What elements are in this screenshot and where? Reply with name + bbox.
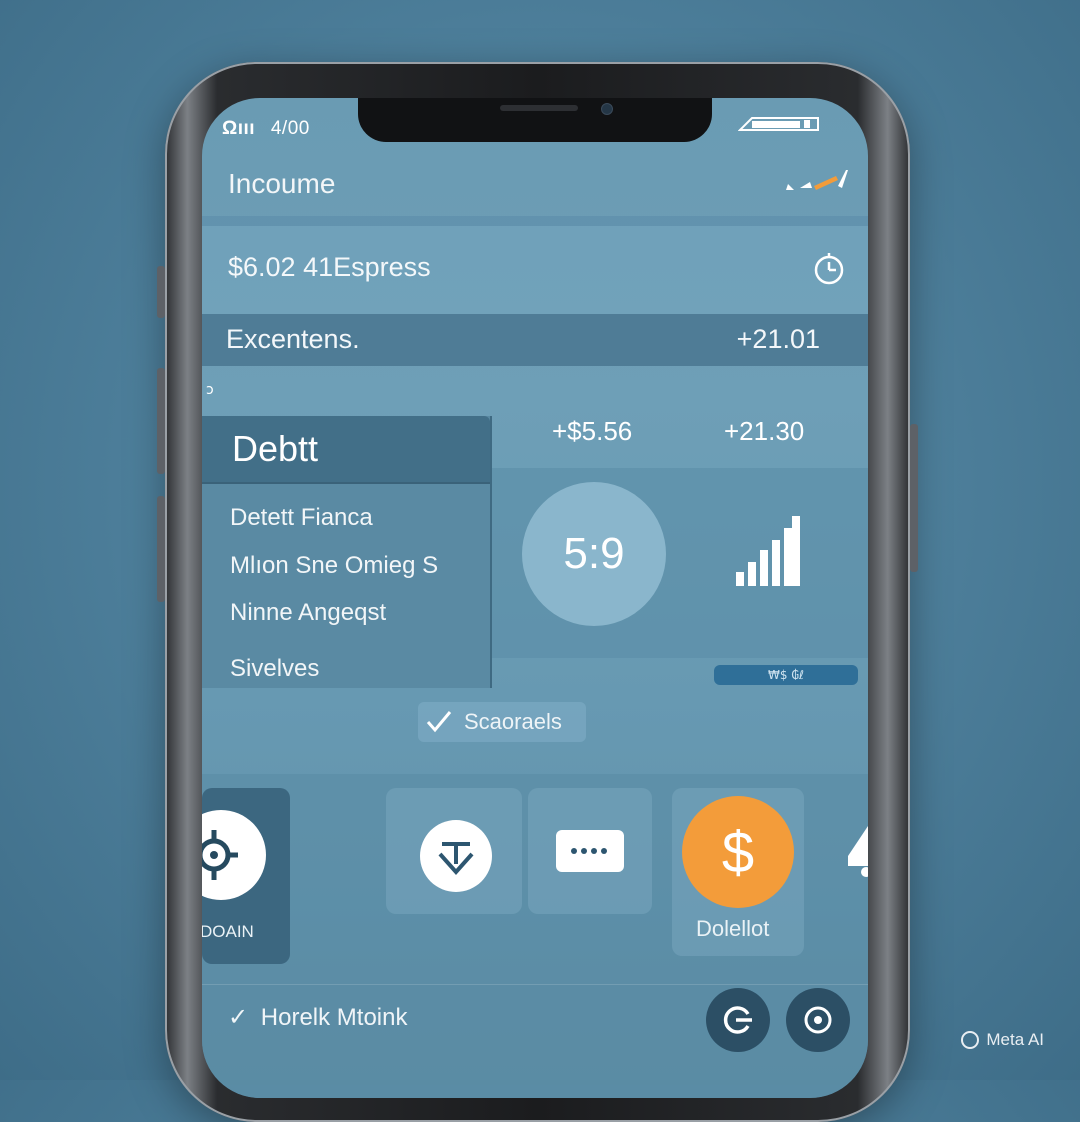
record-icon [804,1006,832,1034]
record-button[interactable] [786,988,850,1052]
mute-switch [157,266,165,318]
time-label: 4/00 [270,118,310,139]
clock-icon[interactable] [812,251,846,285]
search-label: Scaoraels [464,709,562,734]
balance-text: $6.02 41Espress [228,252,431,282]
footer-text: Horelk Mtoink [260,1004,408,1031]
stat-left: +$5.56 [552,416,633,446]
target-icon [202,810,266,900]
watermark-text: Meta AI [986,1030,1044,1049]
check-icon: ✓ [228,1004,249,1031]
dollar-icon: $ [682,796,794,908]
indicator-mark: ɔ [206,382,214,398]
refresh-button[interactable] [706,988,770,1052]
check-icon [426,711,452,733]
debt-divider [202,482,490,484]
footer-label[interactable]: ✓ Horelk Mtoink [228,1003,408,1032]
page-title: Incoume [228,168,336,199]
tile-label: DOAIN [202,922,254,941]
bar-chart-icon[interactable] [734,514,804,588]
watermark: Meta AI [960,1030,1044,1050]
camera-icon [601,103,613,115]
tile-more[interactable] [528,788,652,914]
pen-icon[interactable] [780,164,854,196]
carrier-label: Ωııı [222,118,256,139]
meta-ai-logo-icon [961,1031,980,1049]
expenses-label: Excentens. [226,324,360,354]
refresh-icon [723,1006,752,1034]
bell-icon[interactable] [844,822,868,882]
volume-down-button [157,496,165,602]
debt-item[interactable]: Mlıon Sne Omieg S [230,552,438,580]
battery-icon [738,117,819,131]
stat-right: +21.30 [724,416,805,446]
search-button[interactable]: Scaoraels [418,702,586,742]
tile-target[interactable]: DOAIN [202,788,290,964]
notch [358,98,712,142]
chart-caption: ₩$ ₲ℓ [714,665,858,685]
power-button [910,424,918,572]
score-value: 5:9 [563,529,625,578]
tile-download[interactable] [386,788,522,914]
debt-title: Debtt [232,428,319,469]
expenses-value: +21.01 [736,324,820,354]
download-icon [420,820,492,892]
more-icon [556,830,624,872]
debt-item[interactable]: Sivelves [230,655,319,683]
status-bar: Ωııı 4/00 [222,118,310,140]
phone-screen: Ωııı 4/00 Incoume $6.02 41Espress Excent… [202,98,868,1098]
tile-dollar[interactable]: $ Dolellot [672,788,804,956]
score-circle[interactable]: 5:9 [522,482,666,626]
debt-item[interactable]: Detett Fianca [230,504,373,532]
speaker [500,105,578,111]
volume-up-button [157,368,165,474]
header-divider [202,216,868,226]
tile-label: Dolellot [696,916,770,941]
debt-item[interactable]: Ninne Angeqst [230,599,386,627]
